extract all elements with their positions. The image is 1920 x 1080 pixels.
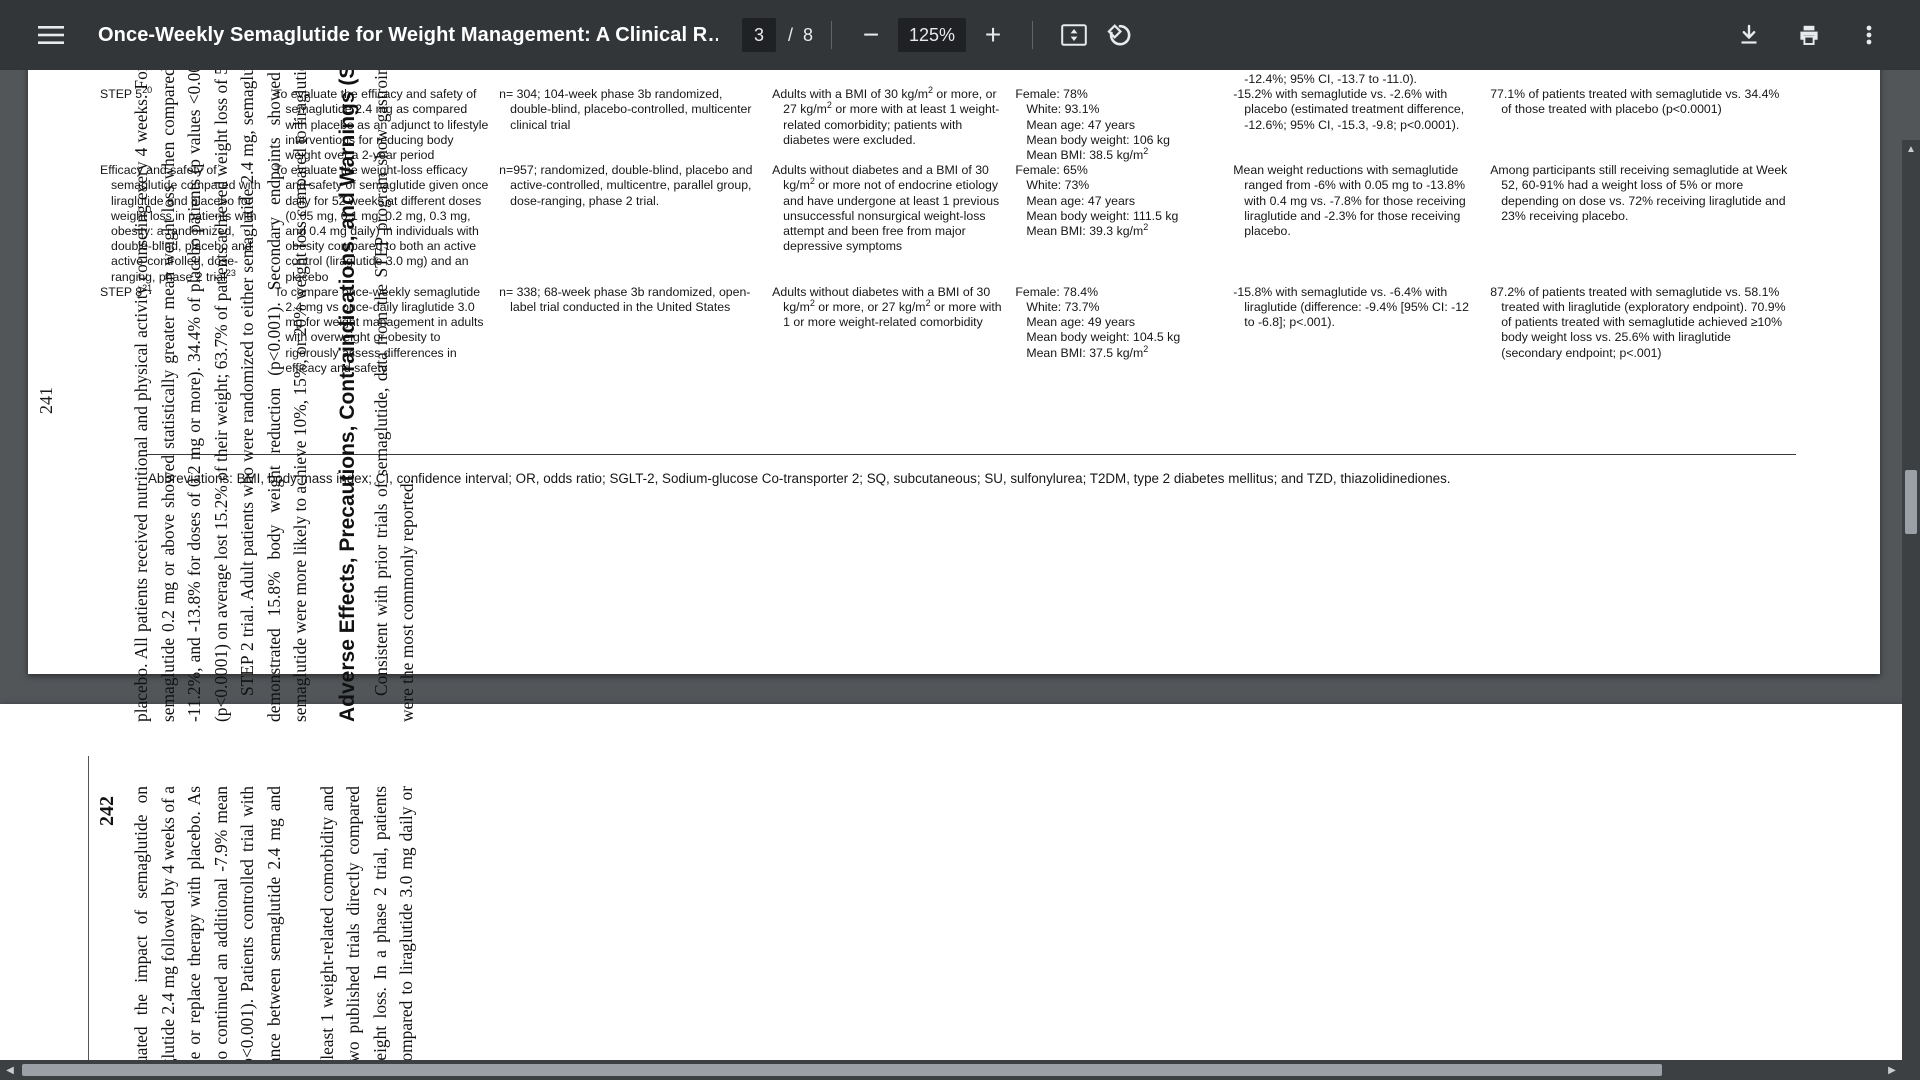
download-icon[interactable]: [1726, 12, 1772, 58]
scroll-up-arrow-icon[interactable]: ▲: [1902, 140, 1920, 158]
zoom-out-button[interactable]: −: [850, 14, 892, 56]
cell-design: n=957; randomized, double-blind, placebo…: [499, 163, 753, 208]
page-total-count: 8: [803, 24, 814, 45]
scrollbar-corner: [1902, 1060, 1920, 1080]
zoom-level-value[interactable]: 125%: [898, 18, 967, 52]
page-number-input[interactable]: 3: [742, 18, 776, 52]
pdf-viewer-canvas[interactable]: 241 -12.4%; 95% CI, -13.7 to -11.0). STE…: [0, 70, 1920, 1080]
pdf-viewer-toolbar: Once-Weekly Semaglutide for Weight Manag…: [0, 0, 1920, 70]
cell-population: Adults with a BMI of 30 kg/m2 or more, o…: [772, 85, 1000, 147]
page-folio-number-241: 241: [36, 387, 56, 414]
cell-empty-e: [1015, 72, 1233, 87]
paragraph: semaglutide patients achieved compared t…: [128, 786, 314, 1080]
cell-secondary-outcome: Among participants still receiving semag…: [1490, 163, 1788, 223]
cell-empty-g: [1490, 72, 1800, 87]
page-folio-number-242: 242: [96, 796, 118, 826]
cell-empty-c: [499, 72, 772, 87]
page-header-rule: [88, 756, 90, 1080]
cell-design: n= 304; 104-week phase 3b randomized, do…: [499, 87, 752, 132]
pdf-page-242: 242 semaglutide patients achieved compar…: [0, 70, 1906, 1080]
vertical-scrollbar[interactable]: ▲ ▼: [1902, 140, 1920, 1080]
vertical-scrollbar-thumb[interactable]: [1905, 470, 1917, 534]
fit-to-page-icon[interactable]: [1051, 12, 1097, 58]
cell-baseline: Female: 78% White: 93.1% Mean age: 47 year…: [1015, 87, 1170, 163]
paragraph: Consistent with prior trials of semaglut…: [370, 70, 418, 722]
zoom-in-button[interactable]: +: [972, 14, 1014, 56]
cell-secondary-outcome: 87.2% of patients treated with semagluti…: [1490, 284, 1786, 360]
pdf-page-242-rotated-content: 242 semaglutide patients achieved compar…: [0, 70, 1906, 1080]
scroll-right-arrow-icon[interactable]: ▶: [1882, 1060, 1902, 1080]
cell-baseline: Female: 65% White: 73% Mean age: 47 years M…: [1015, 163, 1179, 239]
more-options-icon[interactable]: [1846, 12, 1892, 58]
cell-baseline: Female: 78.4% White: 73.7% Mean age: 49 ye…: [1015, 284, 1181, 360]
cell-primary-outcome: -15.8% with semaglutide vs. -6.4% with l…: [1233, 284, 1469, 330]
paragraph: STEP 2 trial. Adult patients who were ra…: [237, 70, 310, 722]
page-indicator: 3 / 8: [742, 18, 813, 52]
zoom-controls: − 125% +: [850, 14, 1014, 56]
cell-primary-outcome: Mean weight reductions with semaglutide …: [1233, 163, 1466, 239]
toolbar-divider-1: [831, 21, 833, 49]
cell-population: Adults without diabetes and a BMI of 30 …: [772, 163, 1000, 254]
rotate-counterclockwise-icon[interactable]: [1097, 12, 1143, 58]
hamburger-menu-icon[interactable]: [28, 12, 74, 58]
document-title: Once-Weekly Semaglutide for Weight Manag…: [98, 23, 718, 46]
page-242-body-columns: semaglutide patients achieved compared t…: [128, 70, 421, 1080]
cell-primary-outcome: -15.2% with semaglutide vs. -2.6% with p…: [1233, 87, 1465, 132]
scroll-left-arrow-icon[interactable]: ◀: [0, 1060, 20, 1080]
cell-design: n= 338; 68-week phase 3b randomized, ope…: [499, 284, 751, 315]
cell-secondary-outcome: 77.1% of patients treated with semagluti…: [1490, 87, 1780, 117]
toolbar-right-actions: [1712, 12, 1892, 58]
page-separator: /: [788, 24, 794, 45]
toolbar-divider-2: [1032, 21, 1034, 49]
cell-population: Adults without diabetes with a BMI of 30…: [772, 284, 1002, 330]
cell-primary-carryover: -12.4%; 95% CI, -13.7 to -11.0).: [1244, 72, 1417, 86]
horizontal-scrollbar-thumb[interactable]: [22, 1064, 1662, 1076]
cell-empty-d: [772, 72, 1015, 87]
horizontal-scrollbar[interactable]: ◀ ▶: [0, 1060, 1920, 1080]
print-icon[interactable]: [1786, 12, 1832, 58]
section-heading-safety: Adverse Effects, Precautions, Contraindi…: [335, 70, 359, 722]
